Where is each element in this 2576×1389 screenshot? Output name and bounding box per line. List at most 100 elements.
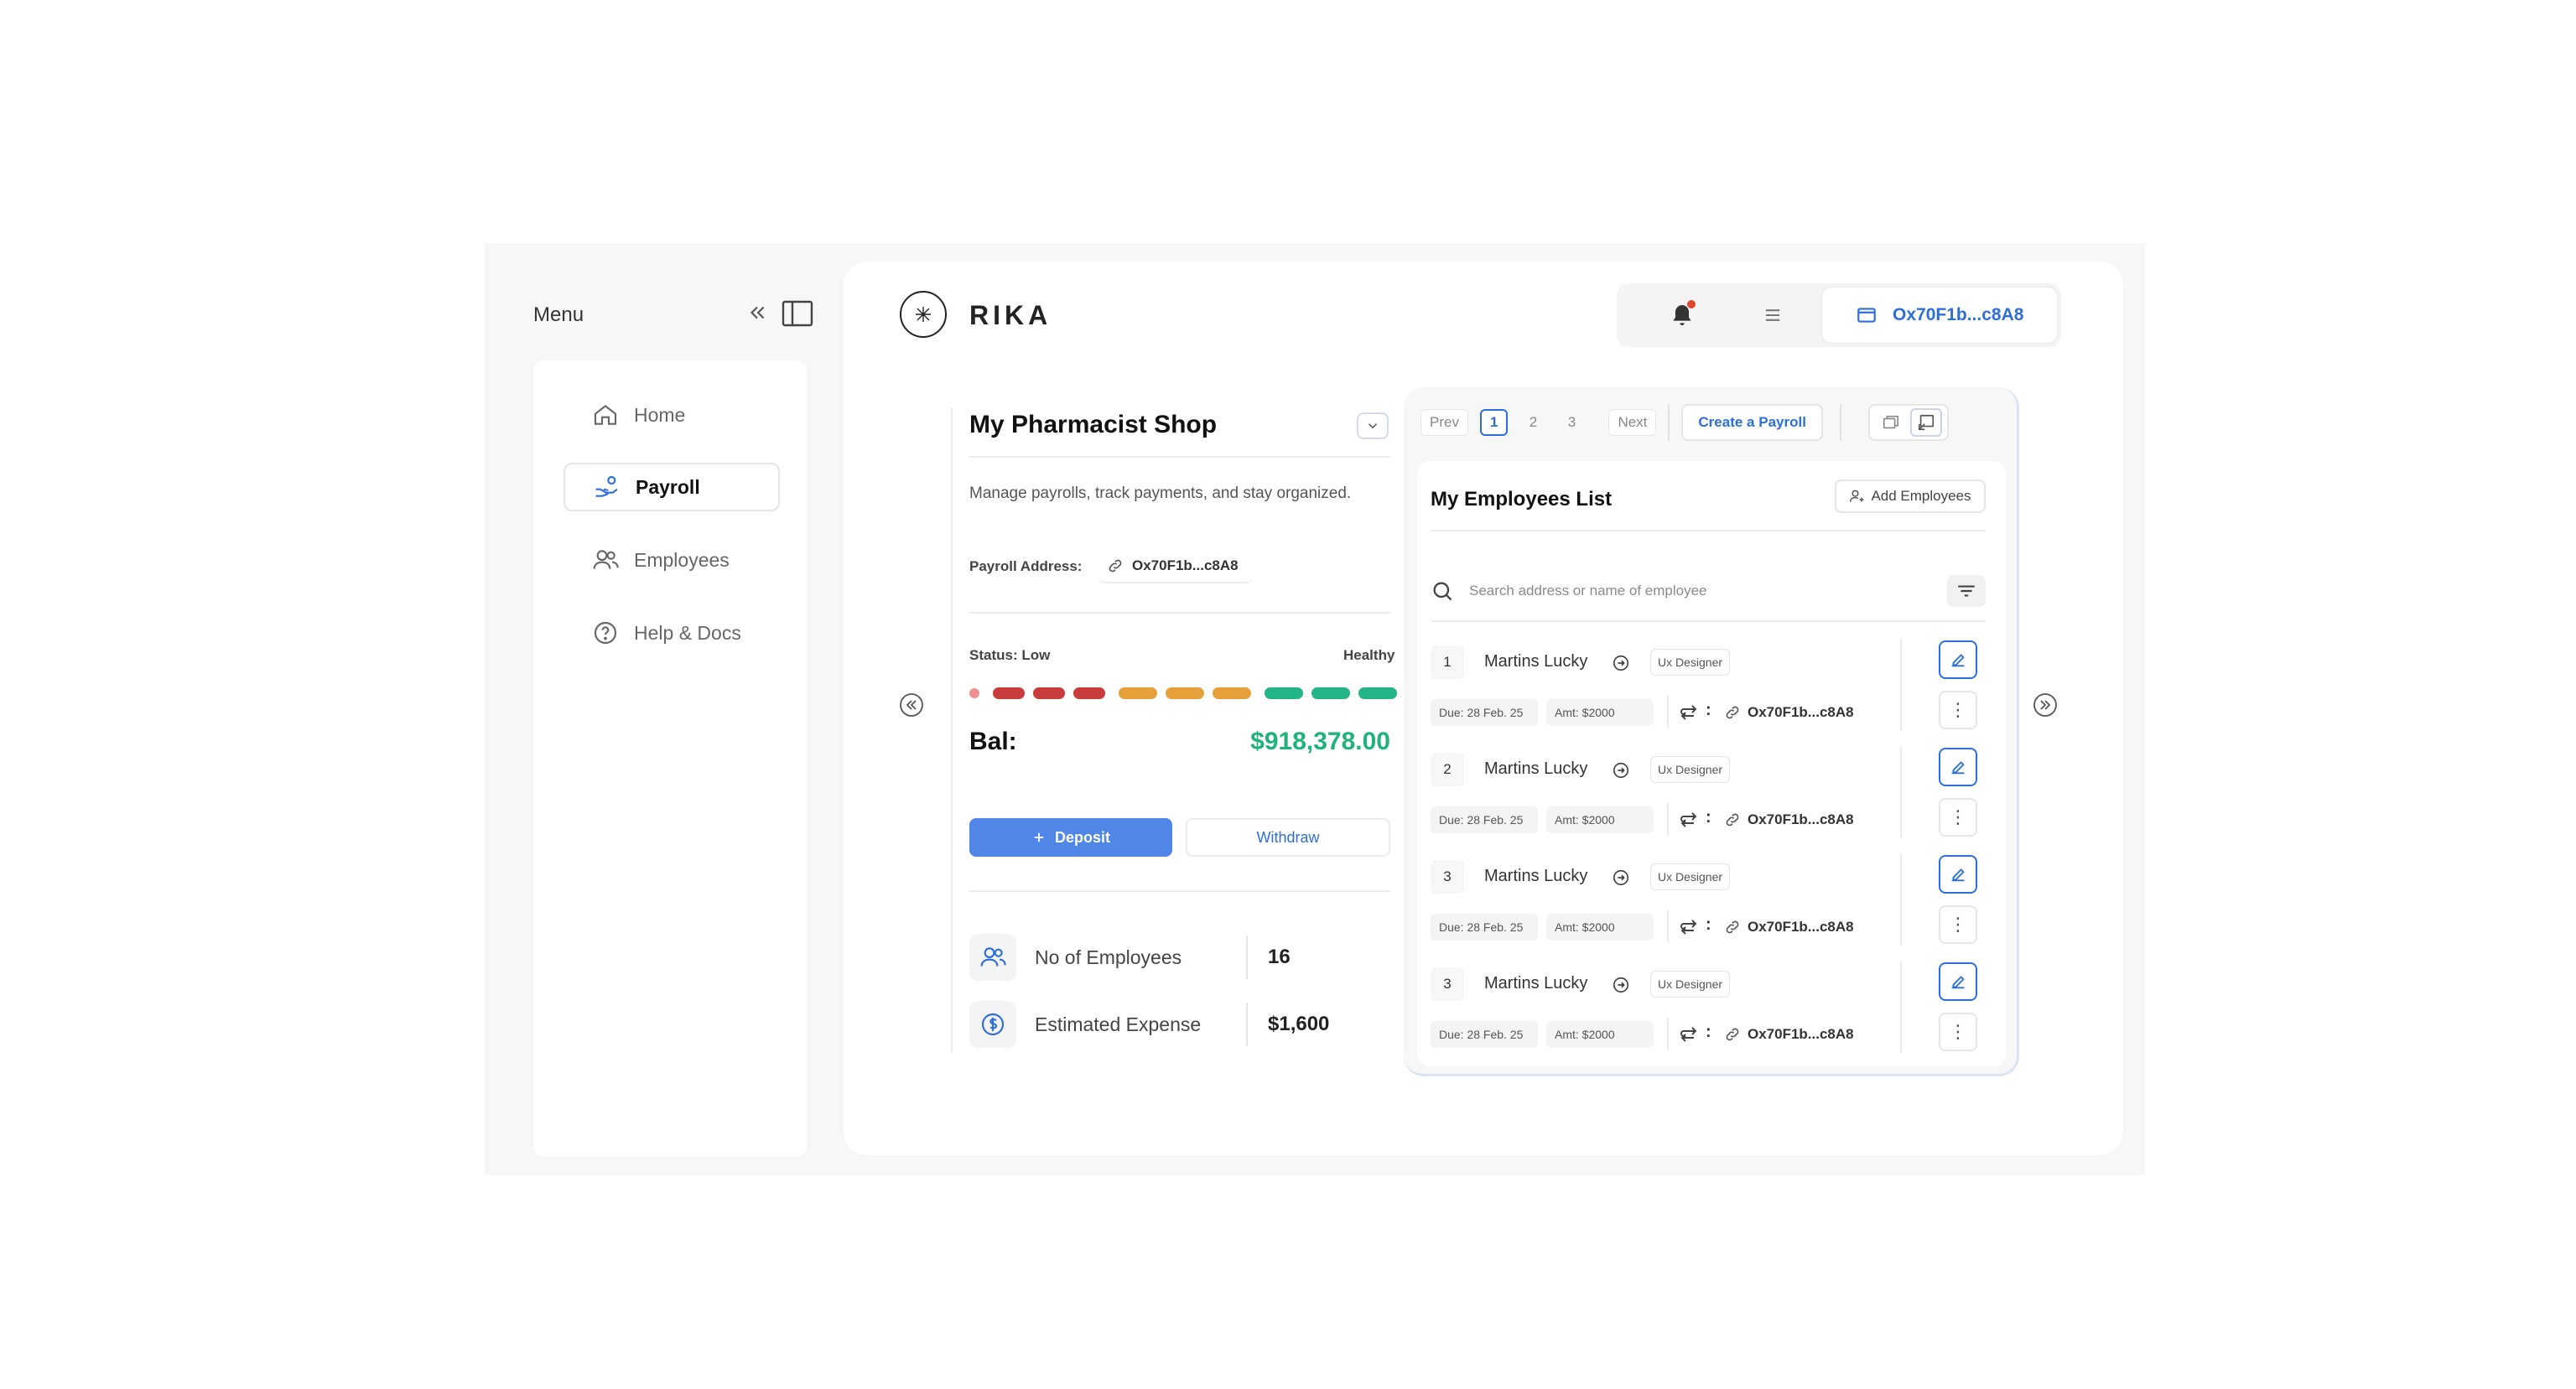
view-window-button[interactable] (1875, 408, 1907, 437)
amount: Amt: $2000 (1546, 806, 1654, 833)
role-badge: Ux Designer (1650, 756, 1731, 783)
stat-icon-box (969, 1001, 1016, 1048)
separator-colon: : (1706, 808, 1711, 827)
sidebar-item-help[interactable]: Help & Docs (564, 609, 780, 657)
prev-page-button[interactable]: Prev (1420, 409, 1468, 436)
divider (1667, 910, 1669, 944)
wallet-address[interactable]: Ox70F1b...c8A8 (1748, 1026, 1854, 1043)
payroll-address-chip[interactable]: Ox70F1b...c8A8 (1098, 550, 1253, 583)
link-icon (1726, 920, 1739, 934)
page-1-button[interactable]: 1 (1479, 409, 1509, 436)
main-card: RIKA Ox70F1b...c8A8 My Pharmacist Shop M… (844, 262, 2123, 1155)
view-cast-button[interactable] (1909, 408, 1942, 437)
stat-value: $1,600 (1268, 1013, 1330, 1035)
chevron-down-icon (1368, 423, 1378, 429)
edit-button[interactable] (1939, 640, 1977, 679)
role-badge: Ux Designer (1650, 649, 1731, 676)
filter-icon (1958, 585, 1975, 597)
employees-list-card: My Employees List Add Employees 1 (1417, 461, 2006, 1066)
page-2-button[interactable]: 2 (1519, 409, 1546, 436)
transfer-icon (1680, 920, 1697, 935)
double-chevron-left-icon[interactable] (746, 302, 768, 324)
add-employees-button[interactable]: Add Employees (1835, 479, 1986, 513)
transfer-icon (1680, 1027, 1697, 1042)
edit-button[interactable] (1939, 748, 1977, 786)
row-number: 3 (1431, 860, 1464, 894)
balance-label: Bal: (969, 728, 1017, 755)
next-arrow-icon[interactable] (2033, 692, 2058, 718)
sidebar-toggle-icon[interactable] (782, 300, 813, 327)
row-number: 1 (1431, 645, 1464, 679)
filter-button[interactable] (1947, 575, 1986, 607)
deposit-button[interactable]: Deposit (969, 818, 1172, 857)
notification-dot (1687, 300, 1696, 308)
edit-icon (1951, 761, 1965, 775)
due-date: Due: 28 Feb. 25 (1431, 699, 1538, 726)
payroll-address-label: Payroll Address: (969, 558, 1083, 574)
menu-icon[interactable] (1761, 303, 1784, 327)
more-options-button[interactable]: ⋮ (1939, 691, 1977, 729)
withdraw-button[interactable]: Withdraw (1186, 818, 1390, 857)
more-options-button[interactable]: ⋮ (1939, 905, 1977, 944)
prev-arrow-icon[interactable] (899, 692, 924, 718)
link-icon (1726, 1028, 1739, 1041)
dollar-circle-icon (981, 1013, 1005, 1036)
role-badge: Ux Designer (1650, 863, 1731, 890)
arrow-right-circle-icon[interactable] (1612, 868, 1630, 887)
edit-button[interactable] (1939, 855, 1977, 894)
amount: Amt: $2000 (1546, 914, 1654, 941)
sidebar-item-payroll[interactable]: Payroll (564, 463, 780, 511)
edit-button[interactable] (1939, 962, 1977, 1001)
more-options-button[interactable]: ⋮ (1939, 798, 1977, 837)
amount: Amt: $2000 (1546, 699, 1654, 726)
divider (1900, 746, 1902, 838)
arrow-right-circle-icon[interactable] (1612, 654, 1630, 672)
transfer-icon (1680, 705, 1697, 720)
plus-icon (1034, 832, 1044, 842)
link-icon (1109, 559, 1122, 573)
wallet-address[interactable]: Ox70F1b...c8A8 (1748, 704, 1854, 721)
deposit-label: Deposit (1054, 828, 1110, 846)
arrow-right-circle-icon[interactable] (1612, 761, 1630, 780)
shop-dropdown-button[interactable] (1357, 412, 1389, 439)
more-options-button[interactable]: ⋮ (1939, 1013, 1977, 1051)
divider (1667, 803, 1669, 837)
search-input[interactable] (1469, 583, 1947, 599)
stat-employees: No of Employees 16 (969, 932, 1389, 982)
rika-logo-icon (900, 291, 947, 338)
wallet-address[interactable]: Ox70F1b...c8A8 (1748, 919, 1854, 936)
window-icon (1883, 415, 1898, 429)
wallet-address-button[interactable]: Ox70F1b...c8A8 (1821, 287, 2058, 344)
employee-name[interactable]: Martins Lucky (1484, 759, 1587, 779)
status-healthy-label: Healthy (1343, 647, 1395, 663)
sidebar-item-label: Home (634, 403, 686, 426)
arrow-right-circle-icon[interactable] (1612, 976, 1630, 994)
divider (1839, 404, 1841, 441)
employee-name[interactable]: Martins Lucky (1484, 652, 1587, 671)
shop-description: Manage payrolls, track payments, and sta… (969, 485, 1352, 502)
employee-name[interactable]: Martins Lucky (1484, 974, 1587, 993)
employee-name[interactable]: Martins Lucky (1484, 867, 1587, 886)
edit-icon (1951, 868, 1965, 882)
next-page-button[interactable]: Next (1608, 409, 1657, 436)
sidebar-item-employees[interactable]: Employees (564, 536, 780, 584)
payroll-summary-panel: My Pharmacist Shop Manage payrolls, trac… (951, 391, 1404, 1053)
sidebar-item-home[interactable]: Home (564, 391, 780, 439)
divider (1668, 404, 1670, 441)
create-payroll-button[interactable]: Create a Payroll (1681, 404, 1823, 441)
menu-title: Menu (533, 303, 584, 326)
due-date: Due: 28 Feb. 25 (1431, 1021, 1538, 1048)
employee-search (1431, 570, 1986, 612)
page-3-button[interactable]: 3 (1558, 409, 1585, 436)
stat-label: No of Employees (1035, 946, 1182, 968)
wallet-address[interactable]: Ox70F1b...c8A8 (1748, 811, 1854, 828)
amount: Amt: $2000 (1546, 1021, 1654, 1048)
search-icon (1433, 582, 1452, 601)
withdraw-label: Withdraw (1256, 828, 1320, 846)
shop-title: My Pharmacist Shop (969, 411, 1218, 438)
divider (1900, 853, 1902, 946)
add-employees-label: Add Employees (1871, 488, 1971, 504)
cast-icon (1918, 414, 1934, 431)
stat-label: Estimated Expense (1035, 1013, 1202, 1035)
home-icon (594, 404, 617, 425)
